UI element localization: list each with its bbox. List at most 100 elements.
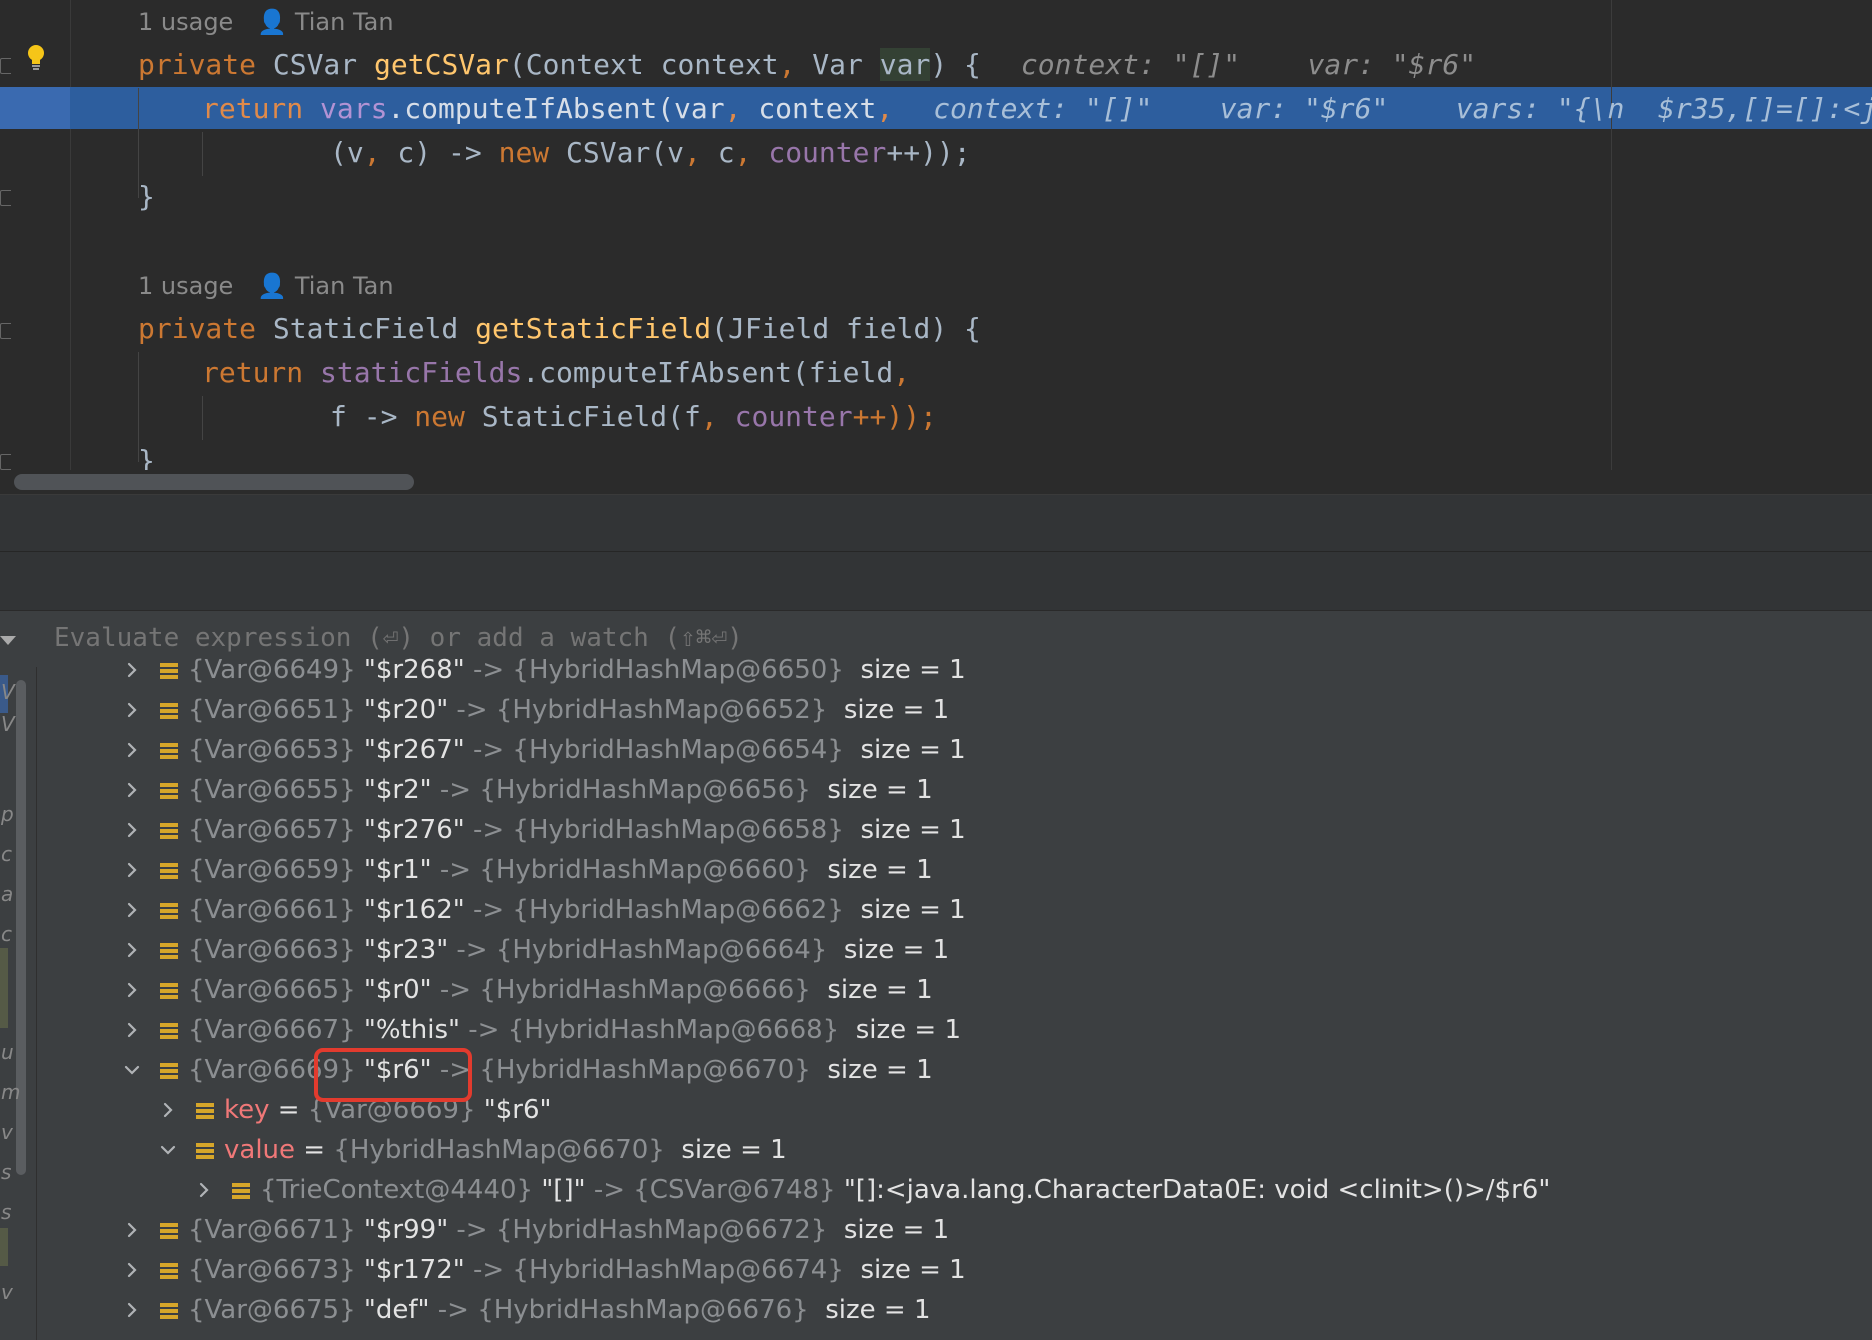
- collection-size: size = 1: [860, 655, 966, 685]
- code-line-method-signature[interactable]: private StaticField getStaticField(JFiel…: [138, 307, 981, 351]
- usages-link[interactable]: 1 usage: [138, 272, 233, 300]
- fold-marker-icon[interactable]: [0, 454, 11, 470]
- string-value: "$r99": [363, 1215, 449, 1245]
- chevron-right-icon[interactable]: [160, 1102, 176, 1118]
- author-link[interactable]: 👤 Tian Tan: [257, 2, 393, 42]
- lightbulb-icon[interactable]: [26, 44, 46, 70]
- execution-line-gutter-highlight: [0, 87, 70, 129]
- code-line-return-current[interactable]: return vars.computeIfAbsent(var, context…: [202, 87, 1872, 131]
- collection-size: size = 1: [843, 1215, 950, 1245]
- chevron-right-icon[interactable]: [124, 1262, 140, 1278]
- frame-label-fragment: c: [1, 922, 12, 946]
- field-entry-icon: [160, 823, 178, 839]
- variable-name: value: [224, 1135, 296, 1165]
- fold-marker-icon[interactable]: [0, 190, 11, 206]
- field-name: counter: [768, 136, 887, 169]
- usages-link[interactable]: 1 usage: [138, 8, 233, 36]
- variable-tree-row[interactable]: {Var@6651} "$r20" -> {HybridHashMap@6652…: [124, 690, 949, 730]
- inline-debug-hint: context: "[]" var: "$r6" vars: "{\n $r35…: [933, 92, 1872, 125]
- variable-tree-row[interactable]: {Var@6659} "$r1" -> {HybridHashMap@6660}…: [124, 850, 933, 890]
- chevron-down-icon[interactable]: [124, 1062, 140, 1078]
- code-token: var: [879, 48, 931, 81]
- code-token: ,: [734, 136, 752, 169]
- code-token: }: [138, 180, 155, 213]
- chevron-right-icon[interactable]: [196, 1182, 212, 1198]
- variable-tree-row[interactable]: {Var@6667} "%this" -> {HybridHashMap@666…: [124, 1010, 961, 1050]
- field-entry-icon: [160, 743, 178, 759]
- code-token: .computeIfAbsent(field: [522, 356, 894, 389]
- chevron-right-icon[interactable]: [124, 822, 140, 838]
- chevron-right-icon[interactable]: [124, 1022, 140, 1038]
- variable-tree-row[interactable]: {TrieContext@4440} "[]" -> {CSVar@6748} …: [196, 1170, 1550, 1210]
- object-reference: {Var@6649}: [188, 655, 356, 685]
- fold-marker-icon[interactable]: [0, 58, 11, 74]
- variable-tree-row[interactable]: {Var@6657} "$r276" -> {HybridHashMap@665…: [124, 810, 966, 850]
- variable-tree-row[interactable]: {Var@6655} "$r2" -> {HybridHashMap@6656}…: [124, 770, 933, 810]
- code-line-close-brace[interactable]: }: [138, 439, 155, 470]
- chevron-right-icon[interactable]: [124, 1302, 140, 1318]
- map-arrow: ->: [456, 695, 488, 725]
- collection-size: size = 1: [843, 695, 950, 725]
- code-token: Var: [795, 48, 880, 81]
- chevron-down-icon[interactable]: [160, 1142, 176, 1158]
- code-token: CSVar(v: [566, 136, 685, 169]
- code-token: .computeIfAbsent(var: [387, 92, 725, 125]
- string-value: "$r276": [363, 815, 465, 845]
- variable-tree-row[interactable]: {Var@6653} "$r267" -> {HybridHashMap@665…: [124, 730, 966, 770]
- code-editor[interactable]: 1 usage 👤 Tian Tan private CSVar getCSVar…: [0, 0, 1872, 470]
- variable-tree-row[interactable]: {Var@6665} "$r0" -> {HybridHashMap@6666}…: [124, 970, 933, 1010]
- keyword: new: [414, 400, 482, 433]
- code-token: context: [741, 92, 877, 125]
- string-value: "$r20": [363, 695, 449, 725]
- object-reference: {TrieContext@4440}: [260, 1175, 534, 1205]
- chevron-right-icon[interactable]: [124, 862, 140, 878]
- frame-label-fragment: v: [1, 1280, 13, 1304]
- code-line-method-signature[interactable]: private CSVar getCSVar(Context context, …: [138, 43, 1476, 87]
- chevron-right-icon[interactable]: [124, 742, 140, 758]
- equals-sign: =: [303, 1135, 326, 1165]
- chevron-right-icon[interactable]: [124, 902, 140, 918]
- variable-tree-row[interactable]: {Var@6661} "$r162" -> {HybridHashMap@666…: [124, 890, 966, 930]
- variable-tree-row[interactable]: {Var@6663} "$r23" -> {HybridHashMap@6664…: [124, 930, 949, 970]
- fold-marker-icon[interactable]: [0, 323, 11, 339]
- code-lens[interactable]: 1 usage 👤 Tian Tan: [138, 2, 394, 42]
- code-lens[interactable]: 1 usage 👤 Tian Tan: [138, 266, 394, 306]
- method-name: getStaticField: [475, 312, 712, 345]
- chevron-right-icon[interactable]: [124, 702, 140, 718]
- code-token: c) ->: [380, 136, 499, 169]
- map-arrow: ->: [439, 855, 472, 885]
- map-value-reference: {HybridHashMap@6652}: [495, 695, 828, 725]
- field-entry-icon: [160, 663, 178, 679]
- chevron-right-icon[interactable]: [124, 982, 140, 998]
- variable-tree-row[interactable]: value = {HybridHashMap@6670} size = 1: [160, 1130, 787, 1170]
- chevron-right-icon[interactable]: [124, 662, 140, 678]
- chevron-right-icon[interactable]: [124, 1222, 140, 1238]
- variable-tree-row[interactable]: {Var@6671} "$r99" -> {HybridHashMap@6672…: [124, 1210, 949, 1250]
- string-value: "$r23": [363, 935, 449, 965]
- variable-tree-row[interactable]: {Var@6649} "$r268" -> {HybridHashMap@665…: [124, 650, 966, 690]
- code-line-return[interactable]: return staticFields.computeIfAbsent(fiel…: [202, 351, 910, 395]
- person-icon: 👤: [257, 272, 295, 300]
- map-value-reference: {HybridHashMap@6656}: [479, 775, 811, 805]
- horizontal-scrollbar-thumb[interactable]: [14, 474, 414, 490]
- variable-tree-row[interactable]: {Var@6675} "def" -> {HybridHashMap@6676}…: [124, 1290, 931, 1330]
- variable-tree-row[interactable]: {Var@6669} "$r6" -> {HybridHashMap@6670}…: [124, 1050, 933, 1090]
- collection-size: size = 1: [860, 735, 966, 765]
- string-value: "$r172": [363, 1255, 465, 1285]
- author-link[interactable]: 👤 Tian Tan: [257, 266, 393, 306]
- string-value: "$r6": [483, 1095, 552, 1125]
- code-line-close-brace[interactable]: }: [138, 175, 155, 219]
- keyword: new: [498, 136, 567, 169]
- collapse-triangle-icon[interactable]: [0, 636, 16, 645]
- code-line-lambda[interactable]: f -> new StaticField(f, counter++));: [330, 395, 937, 439]
- frame-label-fragment: c: [1, 842, 12, 866]
- chevron-right-icon[interactable]: [124, 782, 140, 798]
- annotation-highlight-box: [314, 1048, 472, 1102]
- frame-label-fragment: u: [1, 1040, 14, 1064]
- map-arrow: ->: [439, 975, 472, 1005]
- chevron-right-icon[interactable]: [124, 942, 140, 958]
- code-line-lambda[interactable]: (v, c) -> new CSVar(v, c, counter++));: [330, 131, 971, 175]
- collection-size: size = 1: [681, 1135, 787, 1165]
- variable-tree-row[interactable]: {Var@6673} "$r172" -> {HybridHashMap@667…: [124, 1250, 966, 1290]
- map-value-reference: {HybridHashMap@6654}: [512, 735, 844, 765]
